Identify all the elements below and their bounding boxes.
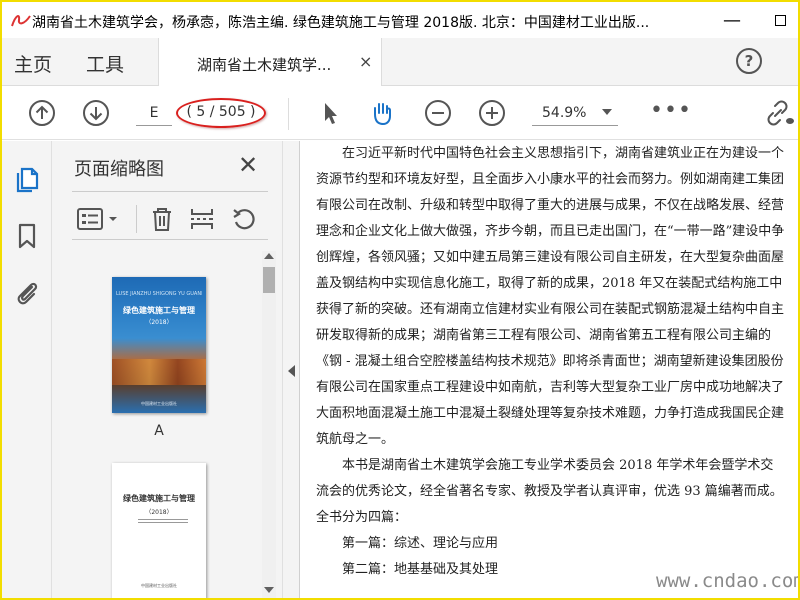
thumbnail-list: LÜSE JIANZHU SHIGONG YU GUANLI 绿色建筑施工与管理… (52, 251, 262, 598)
title-page-thumbnail: 绿色建筑施工与管理 （2018） 中国建材工业出版社 (112, 463, 206, 598)
scroll-down-icon[interactable] (264, 587, 274, 593)
maximize-button[interactable] (766, 6, 794, 34)
down-arrow-icon (83, 100, 109, 126)
zoom-out-button[interactable] (424, 99, 452, 127)
close-panel-icon[interactable]: ✕ (238, 151, 258, 179)
next-page-button[interactable] (82, 99, 110, 127)
panel-splitter[interactable] (282, 141, 300, 598)
cover-year: （2018） (145, 319, 173, 326)
tab-document[interactable]: 湖南省土木建筑学... × (158, 38, 382, 86)
title-page-heading: 绿色建筑施工与管理 (123, 494, 195, 503)
minimize-button[interactable]: — (718, 6, 746, 34)
cover-pinyin: LÜSE JIANZHU SHIGONG YU GUANLI (116, 291, 202, 297)
bookmark-icon (18, 223, 36, 249)
rotate-icon[interactable] (230, 205, 258, 233)
pages-icon (16, 167, 39, 193)
attachment-icon (17, 282, 38, 305)
document-page: 在习近平新时代中国特色社会主义思想指引下，湖南省建筑业正在为建设一个资源节约型和… (316, 141, 786, 598)
zoom-select[interactable]: 54.9% (532, 100, 618, 126)
zoom-in-button[interactable] (478, 99, 506, 127)
app-icon (10, 11, 32, 29)
collapse-panel-icon[interactable] (288, 365, 295, 377)
zoom-out-icon (425, 100, 451, 126)
link-icon (767, 100, 794, 126)
page-count: ( 5 / 505 ) (186, 104, 256, 120)
tab-home[interactable]: 主页 (14, 50, 52, 77)
delete-icon[interactable] (148, 205, 176, 233)
title-page-publisher: 中国建材工业出版社 (141, 583, 177, 588)
body-paragraph: 在习近平新时代中国特色社会主义思想指引下，湖南省建筑业正在为建设一个资源节约型和… (316, 146, 785, 447)
title-bar: 湖南省土木建筑学会，杨承悫，陈浩主编. 绿色建筑施工与管理 2018版. 北京：… (2, 2, 798, 38)
hand-tool-icon (374, 103, 391, 126)
select-tool-button[interactable] (316, 99, 344, 127)
tab-tools[interactable]: 工具 (86, 50, 124, 77)
scroll-up-icon[interactable] (264, 253, 274, 259)
title-page-year: （2018） (145, 509, 173, 516)
thumbnail-scrollbar[interactable] (262, 251, 276, 598)
page-count-annotation: ( 5 / 505 ) (176, 98, 266, 128)
attachments-button[interactable] (12, 277, 42, 307)
maximize-icon (774, 14, 786, 26)
help-icon[interactable]: ? (736, 48, 762, 74)
toolbar: E ( 5 / 505 ) 54.9% ••• (2, 86, 798, 140)
watermark-text: www.cndao.com (656, 570, 798, 592)
thumbnail-toolbar (72, 201, 272, 237)
page-thumbnails-button[interactable] (12, 163, 42, 193)
page-number-input[interactable]: E (136, 100, 172, 126)
window-title: 湖南省土木建筑学会，杨承悫，陈浩主编. 绿色建筑施工与管理 2018版. 北京：… (32, 15, 650, 31)
zoom-in-icon (479, 100, 505, 126)
tab-bar: 主页 工具 湖南省土木建筑学... × ? (2, 38, 798, 86)
panel-divider (72, 239, 268, 240)
cover-thumbnail-image: LÜSE JIANZHU SHIGONG YU GUANLI 绿色建筑施工与管理… (112, 277, 206, 413)
section-line: 第一篇：综述、理论与应用 (342, 536, 499, 551)
toolbar-divider (288, 98, 289, 130)
close-tab-icon[interactable]: × (359, 52, 372, 71)
up-arrow-icon (29, 100, 55, 126)
cover-photo-band (112, 359, 206, 385)
previous-page-button[interactable] (28, 99, 56, 127)
title-page-editors (138, 519, 188, 527)
bookmarks-button[interactable] (12, 221, 42, 251)
share-link-button[interactable] (764, 99, 794, 127)
app-window: 湖南省土木建筑学会，杨承悫，陈浩主编. 绿色建筑施工与管理 2018版. 北京：… (2, 2, 798, 598)
panel-title: 页面缩略图 (74, 159, 164, 180)
thumbnails-panel: 页面缩略图 ✕ LÜSE JIANZHU SHIGONG YU GUANLI 绿… (52, 141, 282, 598)
cover-publisher: 中国建材工业出版社 (141, 401, 177, 406)
document-view[interactable]: 在习近平新时代中国特色社会主义思想指引下，湖南省建筑业正在为建设一个资源节约型和… (300, 141, 798, 598)
hand-tool-button[interactable] (368, 99, 396, 127)
body-paragraph: 本书是湖南省土木建筑学会施工专业学术委员会 2018 年学术年会暨学术交流会的优… (316, 458, 783, 525)
select-cursor-icon (325, 103, 337, 124)
thumbnail-label: A (154, 423, 164, 439)
left-nav-rail (2, 141, 52, 598)
zoom-value: 54.9% (542, 105, 587, 121)
more-tools-button[interactable]: ••• (650, 98, 692, 123)
document-tab-label: 湖南省土木建筑学... (197, 56, 332, 74)
tools-divider (136, 205, 137, 233)
scrollbar-thumb[interactable] (263, 267, 275, 293)
options-icon[interactable] (76, 205, 120, 233)
insert-page-icon[interactable] (188, 205, 216, 233)
cover-title: 绿色建筑施工与管理 (123, 306, 195, 315)
chevron-down-icon (602, 109, 612, 115)
panel-divider (72, 191, 268, 192)
